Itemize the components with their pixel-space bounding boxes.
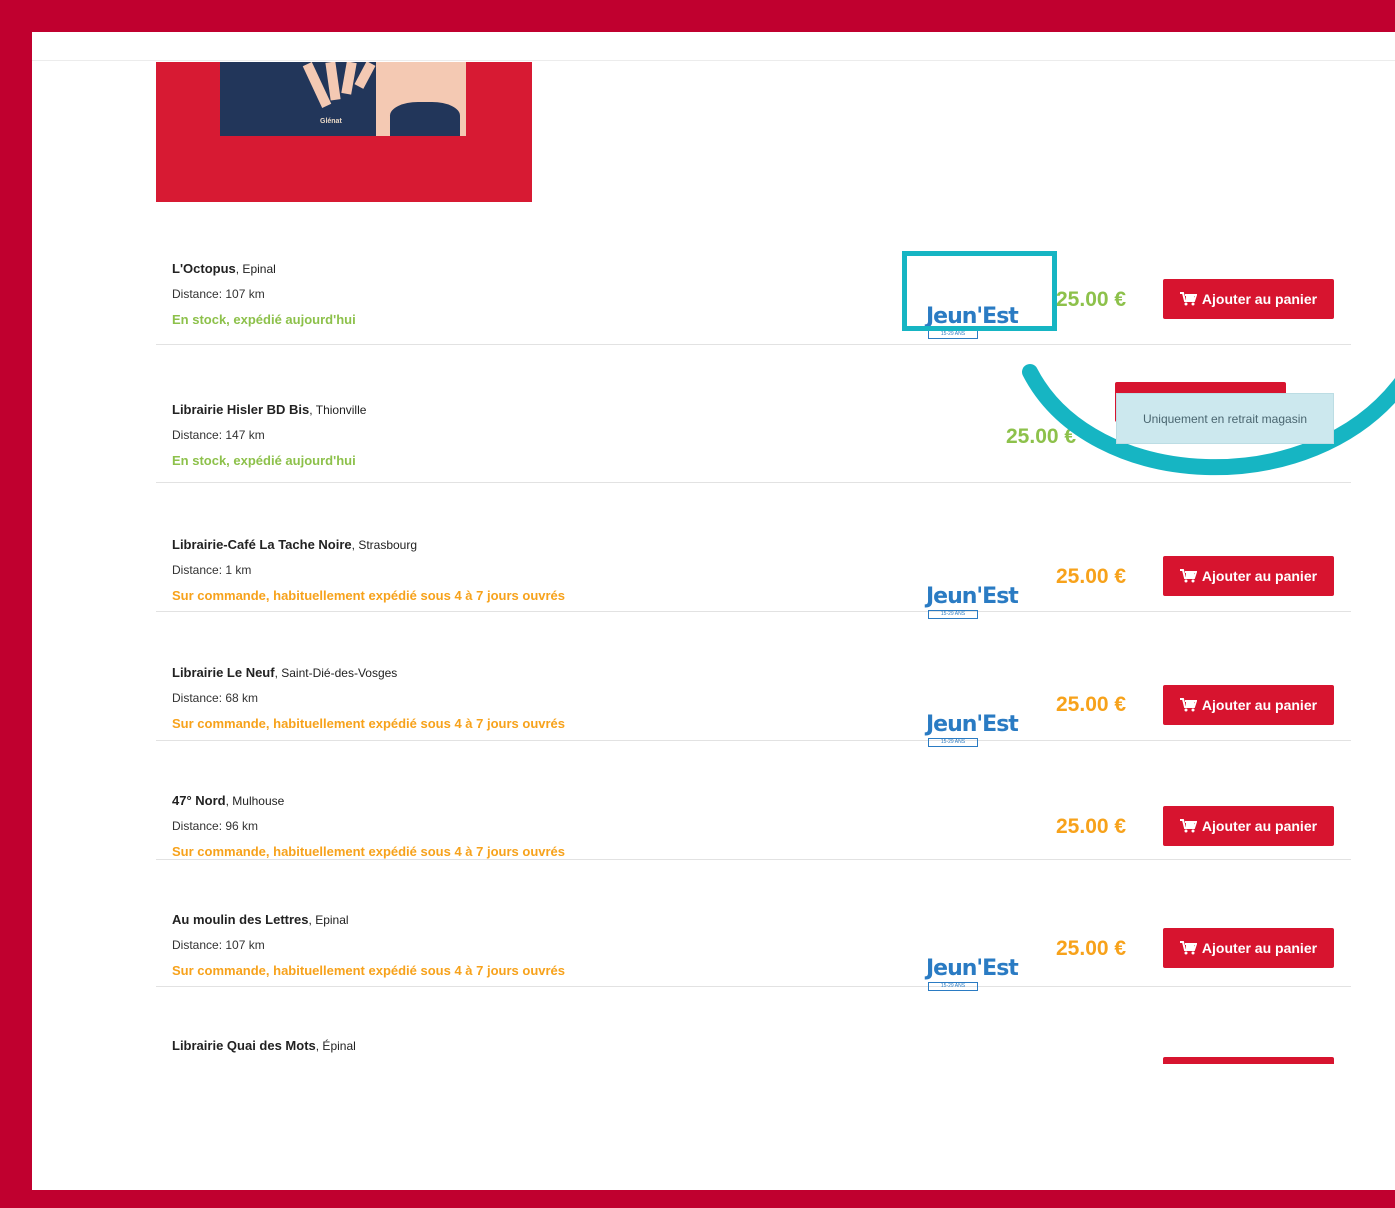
store-distance: Distance: 107 km (172, 1059, 565, 1064)
store-info: L'Octopus, Epinal Distance: 107 km En stoc… (172, 256, 356, 332)
store-distance: Distance: 68 km (172, 691, 259, 705)
store-distance: Distance: 107 km (172, 938, 265, 952)
stock-status: Sur commande, habituellement expédié sou… (172, 963, 566, 978)
book-cover: Glénat (156, 62, 532, 202)
add-to-cart-button[interactable]: Ajouter au panier (1163, 279, 1334, 319)
add-to-cart-label: Ajouter au panier (1201, 568, 1318, 584)
price: 25.00 € (1056, 693, 1127, 716)
store-distance: Distance: 147 km (172, 428, 265, 442)
add-to-cart-label: Ajouter au panier (1201, 940, 1318, 956)
store-list: L'Octopus, Epinal Distance: 107 km En stoc… (156, 202, 1351, 1064)
top-divider (32, 60, 1395, 61)
store-name[interactable]: L'Octopus (172, 261, 236, 276)
add-to-cart-button[interactable]: Ajouter au panier (1163, 556, 1334, 596)
cart-icon (1179, 941, 1197, 955)
jeunest-ribbon: 15-29 ANS (928, 330, 978, 339)
store-city: , Mulhouse (225, 794, 285, 808)
cart-icon (1179, 569, 1197, 583)
store-city: , Thionville (309, 403, 367, 417)
price: 25.00 € (1056, 288, 1127, 311)
price: 25.00 € (1056, 815, 1127, 838)
store-distance: Distance: 1 km (172, 563, 252, 577)
store-info: 47° Nord, Mulhouse Distance: 96 km Sur com… (172, 788, 565, 864)
store-city: , Saint-Dié-des-Vosges (274, 666, 398, 680)
jeunest-wordmark: Jeun'Est (926, 956, 1019, 981)
store-name-line: Librairie Quai des Mots, Épinal (172, 1033, 565, 1059)
cart-icon (1179, 698, 1197, 712)
add-to-cart-button[interactable]: Ajouter au panier (1163, 928, 1334, 968)
page-content: Glénat L'Octopus, Epinal Distance: 107 km… (32, 32, 1395, 1190)
store-city: , Épinal (315, 1039, 356, 1053)
stock-status: Sur commande, habituellement expédié sou… (172, 588, 566, 603)
price: 25.00 € (1006, 425, 1077, 448)
store-city: , Epinal (308, 913, 349, 927)
store-distance: Distance: 96 km (172, 819, 259, 833)
cart-icon (1179, 292, 1197, 306)
add-to-cart-label: Ajouter au panier (1201, 818, 1318, 834)
stock-status: En stock, expédié aujourd'hui (172, 453, 356, 468)
store-info: Librairie-Café La Tache Noire, Strasbour… (172, 532, 565, 608)
store-name[interactable]: Librairie-Café La Tache Noire (172, 537, 352, 552)
store-name[interactable]: Librairie Hisler BD Bis (172, 402, 309, 417)
publisher-logo: Glénat (320, 118, 342, 125)
store-name[interactable]: Au moulin des Lettres (172, 912, 309, 927)
store-distance: Distance: 107 km (172, 287, 265, 301)
store-name-line: Librairie Le Neuf, Saint-Dié-des-Vosges (172, 660, 565, 686)
add-to-cart-button[interactable]: Ajouter au panier (1163, 685, 1334, 725)
store-name[interactable]: 47° Nord (172, 793, 226, 808)
store-info: Au moulin des Lettres, Epinal Distance: 1… (172, 907, 565, 983)
add-to-cart-label: Ajouter au panier (1201, 291, 1318, 307)
store-name[interactable]: Librairie Le Neuf (172, 665, 275, 680)
price: 25.00 € (1056, 937, 1127, 960)
stock-status: Sur commande, habituellement expédié sou… (172, 716, 566, 731)
store-info: Librairie Le Neuf, Saint-Dié-des-Vosges D… (172, 660, 565, 736)
store-name[interactable]: Librairie Quai des Mots (172, 1038, 316, 1053)
store-name-line: L'Octopus, Epinal (172, 256, 356, 282)
add-to-cart-label: Ajouter au panier (1201, 697, 1318, 713)
price: 25.00 € (1056, 565, 1127, 588)
store-name-line: Au moulin des Lettres, Epinal (172, 907, 565, 933)
stock-status: En stock, expédié aujourd'hui (172, 312, 356, 327)
store-name-line: Librairie-Café La Tache Noire, Strasbour… (172, 532, 565, 558)
cart-icon (1179, 819, 1197, 833)
store-city: , Strasbourg (351, 538, 418, 552)
store-name-line: 47° Nord, Mulhouse (172, 788, 565, 814)
add-to-cart-button[interactable]: Ajouter au panier (1163, 1057, 1334, 1064)
store-info: Librairie Quai des Mots, ÉpinalDistance:… (172, 1033, 565, 1064)
jeunest-highlight-box (902, 251, 1057, 331)
add-to-cart-button[interactable]: Ajouter au panier (1163, 806, 1334, 846)
cover-illustration: Glénat (220, 62, 466, 136)
store-name-line: Librairie Hisler BD Bis, Thionville (172, 397, 366, 423)
pickup-only-tooltip: Uniquement en retrait magasin (1116, 393, 1334, 444)
store-info: Librairie Hisler BD Bis, Thionville Dista… (172, 397, 366, 473)
store-city: , Epinal (235, 262, 276, 276)
jeunest-wordmark: Jeun'Est (926, 712, 1019, 737)
jeunest-wordmark: Jeun'Est (926, 584, 1019, 609)
